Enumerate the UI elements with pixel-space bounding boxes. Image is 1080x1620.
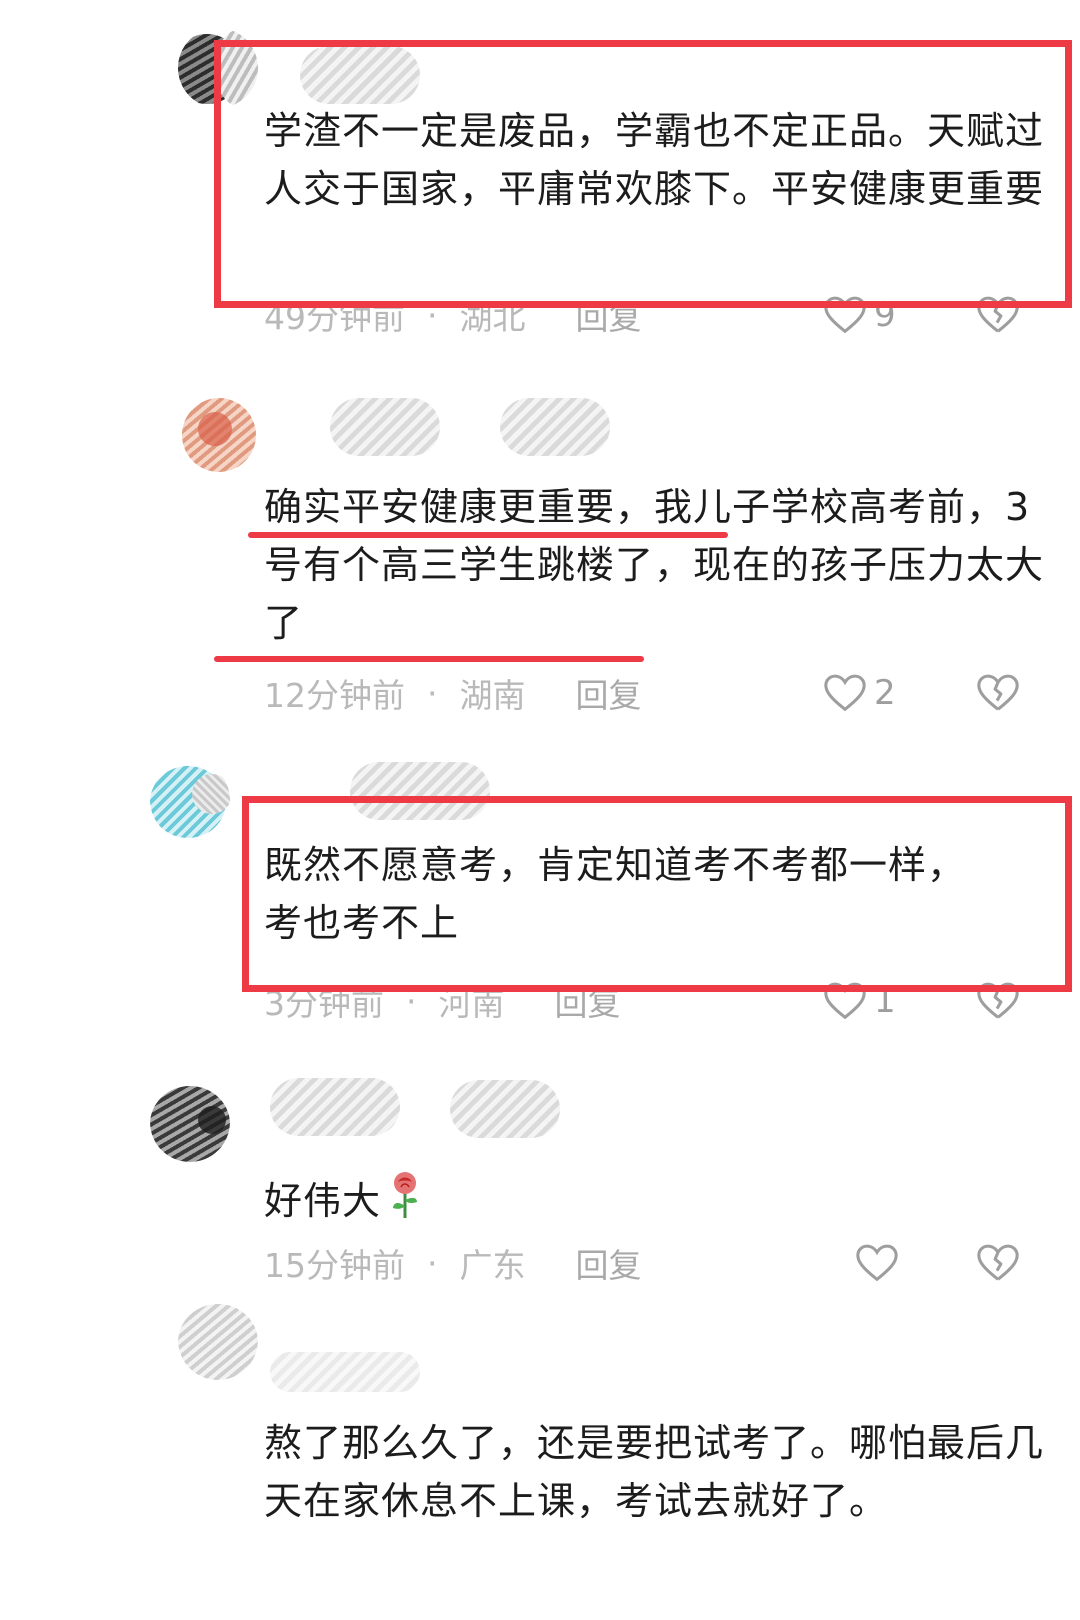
meta-separator: ·: [427, 673, 438, 713]
username-blurred[interactable]: [270, 1078, 400, 1136]
like-count: 1: [874, 981, 896, 1021]
comment-item: 熬了那么久了，还是要把试考了。哪怕最后几天在家休息不上课，考试去就好了。: [0, 1300, 1080, 1620]
reply-button[interactable]: 回复: [576, 669, 642, 717]
like-button[interactable]: 1: [822, 976, 918, 1026]
avatar[interactable]: [178, 28, 258, 108]
comment-text: 熬了那么久了，还是要把试考了。哪怕最后几天在家休息不上课，考试去就好了。: [264, 1421, 1045, 1523]
username-blurred[interactable]: [300, 46, 420, 104]
reply-button[interactable]: 回复: [576, 1239, 642, 1287]
reply-button[interactable]: 回复: [555, 977, 621, 1025]
avatar[interactable]: [150, 1082, 230, 1162]
like-count: 9: [874, 295, 896, 335]
username-blurred[interactable]: [270, 1352, 420, 1392]
like-button[interactable]: 2: [822, 668, 918, 718]
comment-time: 49分钟前: [264, 298, 405, 337]
comment-region: 湖南: [459, 676, 526, 715]
comment-region: 河南: [438, 984, 505, 1023]
comment-region: 广东: [459, 1246, 526, 1285]
avatar[interactable]: [150, 760, 230, 840]
broken-heart-icon[interactable]: [975, 978, 1021, 1024]
comment-text: 好伟大: [264, 1170, 1044, 1230]
comment-meta: 49分钟前 · 湖北 回复: [264, 290, 642, 340]
meta-separator: ·: [427, 295, 438, 335]
comment-item: 既然不愿意考，肯定知道考不考都一样，考也考不上 3分钟前 · 河南 回复 1: [0, 740, 1080, 1040]
avatar[interactable]: [178, 1300, 258, 1380]
comment-time: 12分钟前: [264, 676, 405, 715]
reply-button[interactable]: 回复: [576, 291, 642, 339]
comment-meta: 3分钟前 · 河南 回复: [264, 976, 621, 1026]
comment-region: 湖北: [459, 298, 526, 337]
comment-text: 学渣不一定是废品，学霸也不定正品。天赋过人交于国家，平庸常欢膝下。平安健康更重要: [264, 109, 1045, 211]
like-button[interactable]: 9: [822, 290, 918, 340]
heart-outline-icon: [856, 1244, 898, 1282]
comment-item: 好伟大 15分钟前 · 广东 回复: [0, 1060, 1080, 1300]
comment-item: 确实平安健康更重要，我儿子学校高考前，3号有个高三学生跳楼了，现在的孩子压力太大…: [0, 380, 1080, 720]
meta-separator: ·: [406, 981, 417, 1021]
broken-heart-icon[interactable]: [975, 292, 1021, 338]
meta-separator: ·: [427, 1243, 438, 1283]
username-blurred[interactable]: [350, 762, 490, 820]
comment-meta: 15分钟前 · 广东 回复: [264, 1238, 642, 1288]
heart-outline-icon: [824, 296, 866, 334]
broken-heart-icon[interactable]: [975, 1240, 1021, 1286]
broken-heart-icon[interactable]: [975, 670, 1021, 716]
comment-meta: 12分钟前 · 湖南 回复: [264, 668, 642, 718]
comment-item: 学渣不一定是废品，学霸也不定正品。天赋过人交于国家，平庸常欢膝下。平安健康更重要…: [0, 0, 1080, 340]
comment-text: 既然不愿意考，肯定知道考不考都一样，考也考不上: [264, 843, 967, 945]
like-count: 2: [874, 673, 896, 713]
username-blurred[interactable]: [450, 1080, 560, 1138]
comment-time: 15分钟前: [264, 1246, 405, 1285]
avatar[interactable]: [178, 394, 258, 474]
comment-text-body: 好伟大: [264, 1179, 382, 1223]
username-blurred[interactable]: [500, 398, 610, 456]
comment-time: 3分钟前: [264, 984, 384, 1023]
heart-outline-icon: [824, 982, 866, 1020]
like-button[interactable]: [854, 1238, 950, 1288]
comment-text: 确实平安健康更重要，我儿子学校高考前，3号有个高三学生跳楼了，现在的孩子压力太大…: [264, 485, 1045, 645]
heart-outline-icon: [824, 674, 866, 712]
username-blurred[interactable]: [330, 398, 440, 456]
rose-emoji: [393, 1172, 418, 1218]
